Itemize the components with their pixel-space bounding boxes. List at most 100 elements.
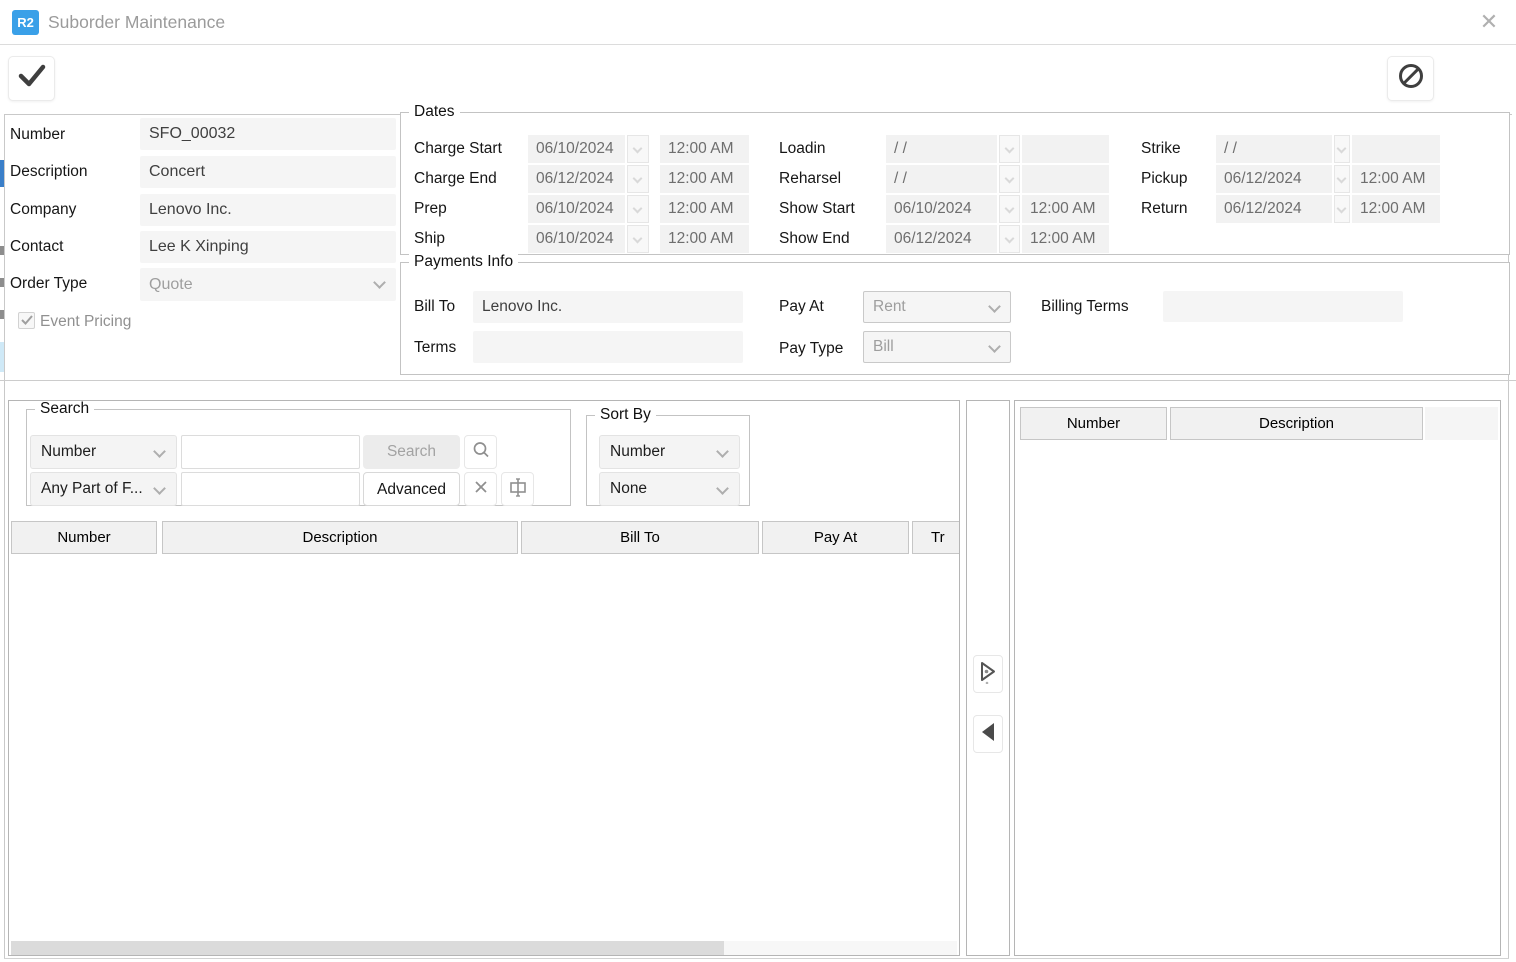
move-right-button[interactable] — [973, 655, 1003, 693]
selected-col-number[interactable]: Number — [1020, 407, 1167, 440]
chevron-down-icon — [1005, 234, 1015, 244]
reharsel-date-input[interactable]: / / — [886, 165, 997, 193]
pay-type-value: Bill — [873, 338, 894, 355]
close-icon[interactable]: ✕ — [1476, 9, 1502, 35]
pay-at-value: Rent — [873, 298, 906, 315]
charge-start-date-input[interactable]: 06/10/2024 — [528, 135, 625, 163]
reharsel-time-input[interactable] — [1022, 165, 1109, 193]
bill-to-field[interactable]: Lenovo Inc. — [473, 291, 743, 323]
show-start-date-input[interactable]: 06/10/2024 — [886, 195, 997, 223]
ship-date-input[interactable]: 06/10/2024 — [528, 225, 625, 253]
sort-primary-select[interactable]: Number — [599, 435, 740, 469]
terms-field[interactable] — [473, 331, 743, 363]
prep-time-input[interactable]: 12:00 AM — [660, 195, 749, 223]
sort-primary-value: Number — [610, 443, 665, 460]
cancel-button[interactable] — [1387, 56, 1434, 101]
pay-at-select[interactable]: Rent — [863, 291, 1011, 323]
ship-time-input[interactable]: 12:00 AM — [660, 225, 749, 253]
show-start-time-input[interactable]: 12:00 AM — [1022, 195, 1109, 223]
show-end-label: Show End — [779, 230, 850, 248]
results-hscrollbar-thumb[interactable] — [11, 941, 724, 956]
search-input[interactable] — [181, 435, 360, 469]
selected-col-filler — [1425, 407, 1498, 440]
ship-label: Ship — [414, 230, 445, 248]
charge-end-date-dropdown[interactable] — [627, 165, 649, 193]
results-col-number[interactable]: Number — [11, 521, 157, 554]
bill-to-label: Bill To — [414, 298, 455, 316]
move-left-button[interactable] — [973, 715, 1003, 753]
order-type-value: Quote — [149, 276, 193, 293]
results-hscrollbar[interactable] — [11, 941, 957, 956]
title-bar: R2 Suborder Maintenance ✕ — [0, 0, 1516, 45]
loadin-date-input[interactable]: / / — [886, 135, 997, 163]
no-entry-icon — [1397, 62, 1425, 95]
selected-panel: Number Description — [1014, 400, 1501, 956]
show-end-time-input[interactable]: 12:00 AM — [1022, 225, 1109, 253]
chevron-down-icon — [716, 482, 729, 495]
check-icon — [17, 63, 47, 94]
charge-start-date-dropdown[interactable] — [627, 135, 649, 163]
selected-table-body[interactable] — [1020, 441, 1498, 951]
charge-end-time-input[interactable]: 12:00 AM — [660, 165, 749, 193]
results-col-description[interactable]: Description — [162, 521, 518, 554]
charge-end-date-input[interactable]: 06/12/2024 — [528, 165, 625, 193]
billing-terms-field[interactable] — [1163, 291, 1403, 322]
left-arrow-icon — [978, 721, 998, 748]
sort-by-legend: Sort By — [595, 406, 656, 424]
check-icon — [21, 312, 33, 330]
order-type-select[interactable]: Quote — [140, 268, 396, 301]
reharsel-date-dropdown[interactable] — [999, 165, 1020, 193]
order-number-label: Number — [10, 126, 65, 144]
order-number-field[interactable]: SFO_00032 — [140, 118, 396, 150]
event-pricing-checkbox[interactable] — [18, 312, 35, 329]
clear-search-button[interactable] — [464, 472, 497, 506]
return-date-input[interactable]: 06/12/2024 — [1216, 195, 1332, 223]
pickup-date-input[interactable]: 06/12/2024 — [1216, 165, 1332, 193]
results-col-truncated[interactable]: Tr — [912, 521, 960, 554]
show-end-date-dropdown[interactable] — [999, 225, 1020, 253]
order-description-field[interactable]: Concert — [140, 156, 396, 188]
chevron-down-icon — [153, 482, 166, 495]
sort-secondary-select[interactable]: None — [599, 472, 740, 506]
pickup-time-input[interactable]: 12:00 AM — [1352, 165, 1440, 193]
transfer-strip — [966, 400, 1010, 956]
results-col-bill-to[interactable]: Bill To — [521, 521, 759, 554]
show-end-date-input[interactable]: 06/12/2024 — [886, 225, 997, 253]
charge-start-time-input[interactable]: 12:00 AM — [660, 135, 749, 163]
search-legend: Search — [35, 400, 94, 418]
search-button[interactable]: Search — [363, 435, 460, 469]
order-type-label: Order Type — [10, 275, 87, 293]
advanced-search-input[interactable] — [181, 472, 360, 506]
strike-date-dropdown[interactable] — [1334, 135, 1350, 163]
order-company-field[interactable]: Lenovo Inc. — [140, 194, 396, 226]
strike-date-input[interactable]: / / — [1216, 135, 1332, 163]
chevron-down-icon — [716, 445, 729, 458]
order-contact-field[interactable]: Lee K Xinping — [140, 231, 396, 263]
field-chooser-button[interactable] — [501, 472, 534, 506]
magnifier-button[interactable] — [464, 435, 497, 469]
ship-date-dropdown[interactable] — [627, 225, 649, 253]
loadin-time-input[interactable] — [1022, 135, 1109, 163]
show-start-date-dropdown[interactable] — [999, 195, 1020, 223]
billing-terms-label: Billing Terms — [1041, 298, 1129, 316]
search-match-select[interactable]: Any Part of F... — [30, 472, 177, 506]
prep-date-dropdown[interactable] — [627, 195, 649, 223]
loadin-date-dropdown[interactable] — [999, 135, 1020, 163]
search-field-select[interactable]: Number — [30, 435, 177, 469]
results-col-pay-at[interactable]: Pay At — [762, 521, 909, 554]
chevron-down-icon — [633, 144, 643, 154]
chevron-down-icon — [1337, 144, 1347, 154]
pay-type-select[interactable]: Bill — [863, 331, 1011, 363]
results-table-body[interactable] — [11, 554, 957, 939]
prep-date-input[interactable]: 06/10/2024 — [528, 195, 625, 223]
advanced-button[interactable]: Advanced — [363, 472, 460, 506]
strike-time-input[interactable] — [1352, 135, 1440, 163]
terms-label: Terms — [414, 339, 456, 357]
return-date-dropdown[interactable] — [1334, 195, 1350, 223]
return-time-input[interactable]: 12:00 AM — [1352, 195, 1440, 223]
selected-col-description[interactable]: Description — [1170, 407, 1423, 440]
pickup-date-dropdown[interactable] — [1334, 165, 1350, 193]
chevron-down-icon — [373, 276, 386, 289]
chevron-down-icon — [633, 174, 643, 184]
confirm-button[interactable] — [8, 56, 55, 101]
